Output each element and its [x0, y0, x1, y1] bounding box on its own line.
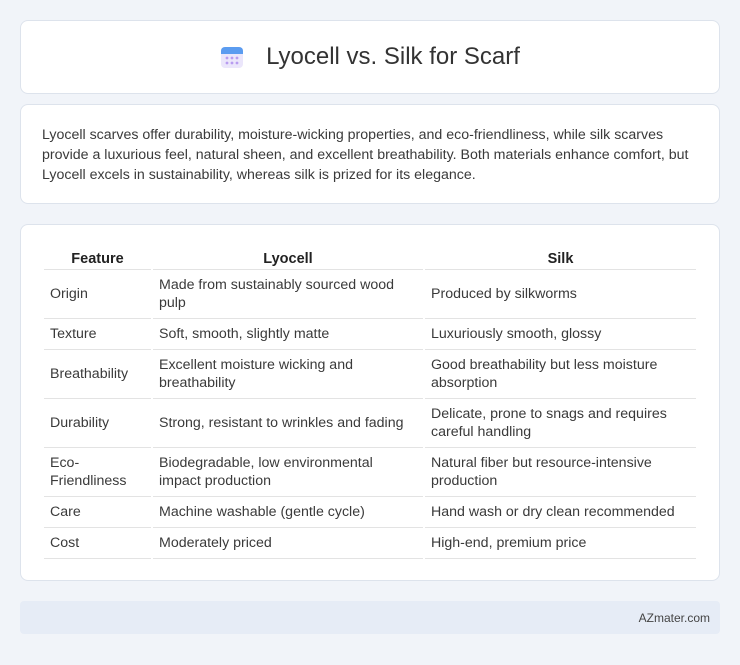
table-row: Origin Made from sustainably sourced woo… — [44, 270, 696, 319]
header: Lyocell vs. Silk for Scarf — [220, 43, 520, 71]
comparison-card: Feature Lyocell Silk Origin Made from su… — [20, 224, 720, 581]
intro-card: Lyocell scarves offer durability, moistu… — [20, 104, 720, 204]
feature-cell: Eco-Friendliness — [44, 448, 151, 497]
lyocell-cell: Excellent moisture wicking and breathabi… — [153, 350, 423, 399]
comparison-table: Feature Lyocell Silk Origin Made from su… — [42, 247, 698, 559]
feature-cell: Breathability — [44, 350, 151, 399]
silk-cell: Hand wash or dry clean recommended — [425, 497, 696, 528]
column-header-lyocell: Lyocell — [153, 247, 423, 270]
silk-cell: Natural fiber but resource-intensive pro… — [425, 448, 696, 497]
intro-text: Lyocell scarves offer durability, moistu… — [42, 127, 689, 183]
feature-cell: Texture — [44, 319, 151, 350]
page-title: Lyocell vs. Silk for Scarf — [266, 43, 520, 70]
lyocell-cell: Made from sustainably sourced wood pulp — [153, 270, 423, 319]
feature-cell: Cost — [44, 528, 151, 559]
feature-cell: Durability — [44, 399, 151, 448]
lyocell-cell: Moderately priced — [153, 528, 423, 559]
table-row: Breathability Excellent moisture wicking… — [44, 350, 696, 399]
footer: AZmater.com — [20, 601, 720, 634]
table-row: Texture Soft, smooth, slightly matte Lux… — [44, 319, 696, 350]
table-row: Care Machine washable (gentle cycle) Han… — [44, 497, 696, 528]
lyocell-cell: Biodegradable, low environmental impact … — [153, 448, 423, 497]
silk-cell: Luxuriously smooth, glossy — [425, 319, 696, 350]
silk-cell: High-end, premium price — [425, 528, 696, 559]
silk-cell: Delicate, prone to snags and requires ca… — [425, 399, 696, 448]
lyocell-cell: Soft, smooth, slightly matte — [153, 319, 423, 350]
table-header-row: Feature Lyocell Silk — [44, 247, 696, 270]
calendar-icon — [221, 47, 244, 68]
silk-cell: Good breathability but less moisture abs… — [425, 350, 696, 399]
table-row: Durability Strong, resistant to wrinkles… — [44, 399, 696, 448]
lyocell-cell: Strong, resistant to wrinkles and fading — [153, 399, 423, 448]
lyocell-cell: Machine washable (gentle cycle) — [153, 497, 423, 528]
column-header-silk: Silk — [425, 247, 696, 270]
header-card: Lyocell vs. Silk for Scarf — [20, 20, 720, 94]
feature-cell: Origin — [44, 270, 151, 319]
feature-cell: Care — [44, 497, 151, 528]
footer-site-link[interactable]: AZmater.com — [639, 611, 710, 625]
table-row: Cost Moderately priced High-end, premium… — [44, 528, 696, 559]
silk-cell: Produced by silkworms — [425, 270, 696, 319]
table-row: Eco-Friendliness Biodegradable, low envi… — [44, 448, 696, 497]
column-header-feature: Feature — [44, 247, 151, 270]
